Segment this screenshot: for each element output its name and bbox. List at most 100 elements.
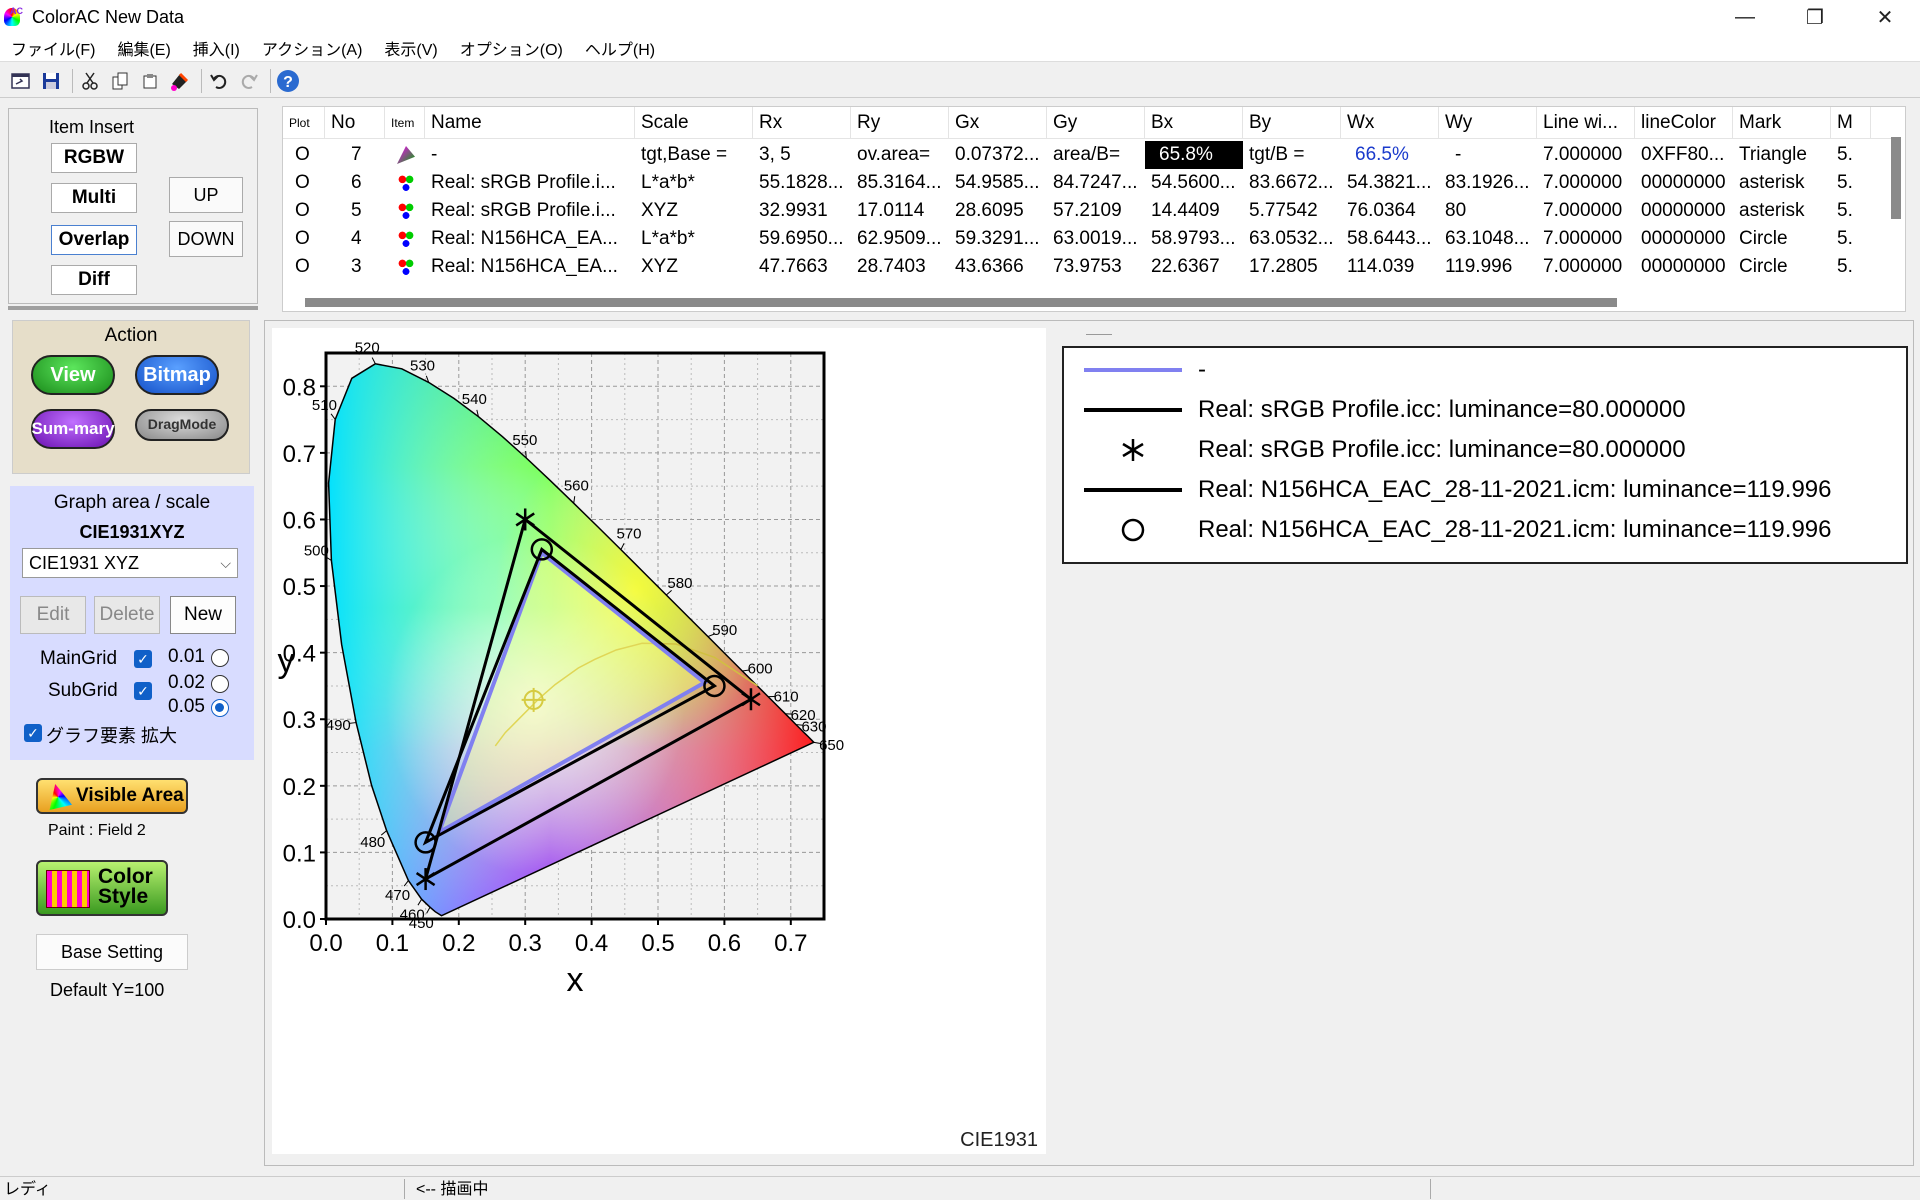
maximize-button[interactable]: ❐ (1780, 0, 1850, 34)
help-icon[interactable]: ? (275, 68, 301, 94)
table-cell[interactable]: 3, 5 (753, 141, 851, 169)
table-cell[interactable]: 114.039 (1341, 253, 1439, 281)
table-cell[interactable]: 5. (1831, 197, 1871, 225)
grid-001-radio[interactable] (211, 649, 229, 667)
menu-insert[interactable]: 挿入(I) (182, 36, 251, 60)
table-cell[interactable]: 58.9793... (1145, 225, 1243, 253)
menu-help[interactable]: ヘルプ(H) (574, 36, 666, 60)
table-cell[interactable]: 55.1828... (753, 169, 851, 197)
table-cell[interactable]: 5. (1831, 253, 1871, 281)
table-cell[interactable]: 7 (325, 141, 385, 169)
vertical-scrollbar[interactable] (1891, 137, 1901, 219)
copy-icon[interactable] (107, 68, 133, 94)
view-button[interactable]: View (31, 355, 115, 395)
table-cell[interactable]: 76.0364 (1341, 197, 1439, 225)
table-cell[interactable]: 73.9753 (1047, 253, 1145, 281)
table-cell[interactable]: O (283, 169, 325, 197)
menu-file[interactable]: ファイル(F) (0, 36, 106, 60)
table-row[interactable]: O 4 Real: N156HCA_EA... L*a*b* 59.6950... 62.… (283, 225, 1893, 253)
rgbw-button[interactable]: RGBW (51, 143, 137, 173)
table-cell[interactable]: XYZ (635, 197, 753, 225)
table-cell[interactable]: 22.6367 (1145, 253, 1243, 281)
table-cell[interactable]: 32.9931 (753, 197, 851, 225)
base-setting-button[interactable]: Base Setting (36, 934, 188, 970)
table-cell[interactable]: 5.77542 (1243, 197, 1341, 225)
col-header[interactable]: No (325, 107, 385, 139)
col-header[interactable]: Mark (1733, 107, 1831, 139)
col-header[interactable]: Gy (1047, 107, 1145, 139)
table-cell[interactable]: 54.5600... (1145, 169, 1243, 197)
table-cell[interactable] (385, 197, 425, 225)
table-cell[interactable]: 28.7403 (851, 253, 949, 281)
table-cell[interactable]: 17.0114 (851, 197, 949, 225)
col-header[interactable]: Item (385, 107, 425, 139)
col-header[interactable]: Scale (635, 107, 753, 139)
menu-options[interactable]: オプション(O) (449, 36, 574, 60)
table-cell[interactable]: 47.7663 (753, 253, 851, 281)
paste-icon[interactable] (137, 68, 163, 94)
down-button[interactable]: DOWN (169, 221, 243, 257)
table-cell[interactable]: 54.3821... (1341, 169, 1439, 197)
table-cell[interactable]: 7.000000 (1537, 253, 1635, 281)
table-row[interactable]: O 7- tgt,Base = 3, 5 ov.area= 0.07372... area/… (283, 141, 1893, 169)
table-cell[interactable] (385, 225, 425, 253)
table-cell[interactable]: Real: sRGB Profile.i... (425, 197, 635, 225)
col-header[interactable]: Plot (283, 107, 325, 139)
main-grid-checkbox[interactable]: ✓ (134, 650, 152, 668)
table-cell[interactable]: 7.000000 (1537, 197, 1635, 225)
table-cell[interactable]: tgt,Base = (635, 141, 753, 169)
redo-icon[interactable] (236, 68, 262, 94)
table-cell[interactable] (385, 141, 425, 169)
cut-icon[interactable] (77, 68, 103, 94)
table-cell[interactable]: XYZ (635, 253, 753, 281)
minimize-button[interactable]: — (1710, 0, 1780, 34)
table-cell[interactable]: 84.7247... (1047, 169, 1145, 197)
col-header[interactable]: lineColor (1635, 107, 1733, 139)
table-cell[interactable]: - (425, 141, 635, 169)
close-button[interactable]: ✕ (1850, 0, 1920, 34)
table-cell[interactable]: 57.2109 (1047, 197, 1145, 225)
table-cell[interactable]: 85.3164... (851, 169, 949, 197)
color-style-button[interactable]: Color Style (36, 860, 168, 916)
table-cell[interactable]: Triangle (1733, 141, 1831, 169)
table-cell[interactable]: Circle (1733, 253, 1831, 281)
table-cell[interactable]: 58.6443... (1341, 225, 1439, 253)
table-cell[interactable]: - (1439, 141, 1537, 169)
menu-action[interactable]: アクション(A) (251, 36, 374, 60)
table-cell[interactable]: 00000000 (1635, 197, 1733, 225)
table-cell[interactable]: O (283, 225, 325, 253)
multi-button[interactable]: Multi (51, 183, 137, 213)
col-header[interactable]: Gx (949, 107, 1047, 139)
table-row[interactable]: O 6 Real: sRGB Profile.i... L*a*b* 55.1828..… (283, 169, 1893, 197)
table-cell[interactable]: 54.9585... (949, 169, 1047, 197)
table-cell[interactable]: 80 (1439, 197, 1537, 225)
table-cell[interactable]: 4 (325, 225, 385, 253)
table-cell[interactable]: 43.6366 (949, 253, 1047, 281)
undo-icon[interactable] (206, 68, 232, 94)
table-cell[interactable]: 62.9509... (851, 225, 949, 253)
chart-canvas[interactable]: 450 460 470 480 490 500 510 520 530 540 550 560 570 5… (272, 328, 1046, 1154)
drag-mode-button[interactable]: Drag Mode (135, 409, 229, 441)
grid-002-radio[interactable] (211, 675, 229, 693)
table-cell[interactable]: 6 (325, 169, 385, 197)
table-cell[interactable]: 5. (1831, 225, 1871, 253)
table-cell[interactable]: tgt/B = (1243, 141, 1341, 169)
table-cell[interactable]: 28.6095 (949, 197, 1047, 225)
col-header[interactable]: Rx (753, 107, 851, 139)
bitmap-button[interactable]: Bitmap (135, 355, 219, 395)
export-icon[interactable] (8, 68, 34, 94)
table-cell[interactable]: 7.000000 (1537, 169, 1635, 197)
horizontal-scrollbar[interactable] (305, 295, 1905, 309)
col-header[interactable]: By (1243, 107, 1341, 139)
table-cell[interactable]: 00000000 (1635, 225, 1733, 253)
table-cell[interactable]: asterisk (1733, 169, 1831, 197)
new-button[interactable]: New (170, 596, 236, 634)
menu-view[interactable]: 表示(V) (373, 36, 448, 60)
table-cell[interactable]: L*a*b* (635, 225, 753, 253)
table-cell[interactable]: O (283, 141, 325, 169)
table-cell[interactable]: 63.0532... (1243, 225, 1341, 253)
table-row[interactable]: O 3 Real: N156HCA_EA... XYZ 47.7663 28.7403 43… (283, 253, 1893, 281)
overlap-button[interactable]: Overlap (51, 225, 137, 255)
table-cell[interactable]: Real: sRGB Profile.i... (425, 169, 635, 197)
scale-select[interactable]: CIE1931 XYZ ⌵ (22, 548, 238, 578)
